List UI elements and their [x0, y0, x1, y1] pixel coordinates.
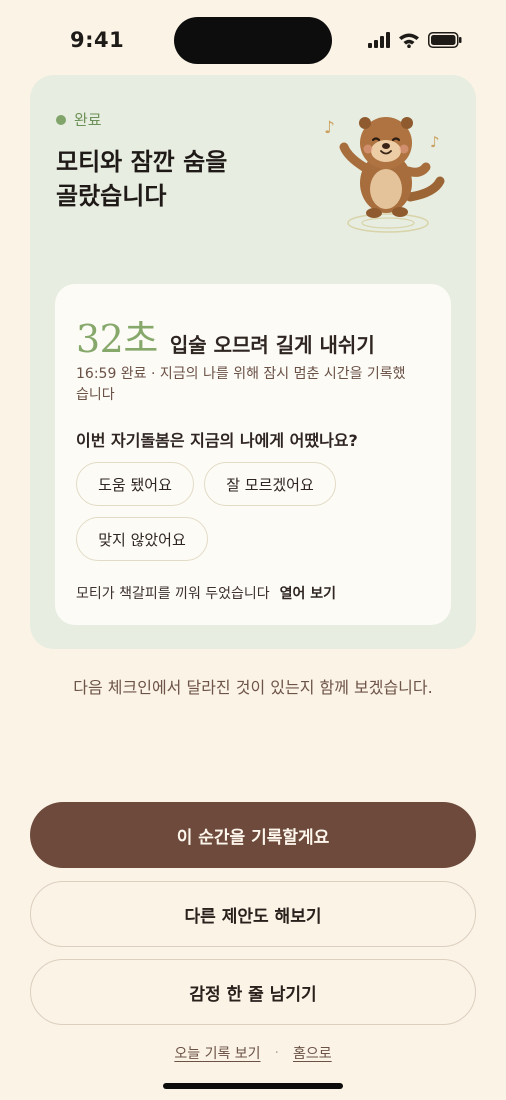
- status-time: 9:41: [70, 28, 125, 52]
- bookmark-text: 모티가 책갈피를 끼워 두었습니다: [76, 586, 270, 602]
- duration-value: 32초: [76, 317, 158, 361]
- status-dot-icon: [56, 114, 66, 125]
- choice-helped-button[interactable]: 도움 됐어요: [76, 462, 194, 506]
- exercise-name: 입술 오므려 길게 내쉬기: [169, 333, 375, 357]
- completion-card: 완료 모티와 잠깐 숨을 골랐습니다 ♪ ♪ 32초 입술 오므려 길게 내쉬기…: [30, 75, 476, 649]
- other-suggestion-button[interactable]: 다른 제안도 해보기: [30, 881, 476, 947]
- dynamic-island: [174, 17, 332, 64]
- next-checkin-note: 다음 체크인에서 달라진 것이 있는지 함께 보겠습니다.: [73, 678, 433, 697]
- signal-icon: [368, 32, 390, 48]
- record-moment-button[interactable]: 이 순간을 기록할게요: [30, 802, 476, 868]
- status-badge: 완료: [56, 109, 102, 130]
- svg-text:♪: ♪: [430, 133, 440, 151]
- completion-description: 16:59 완료 · 지금의 나를 위해 잠시 멈춘 시간을 기록했습니다: [76, 366, 406, 403]
- wifi-icon: [399, 33, 419, 48]
- duration-row: 32초 입술 오므려 길게 내쉬기: [76, 308, 375, 363]
- footer-links: 오늘 기록 보기 · 홈으로: [0, 1043, 506, 1063]
- choice-not-fit-button[interactable]: 맞지 않았어요: [76, 517, 208, 561]
- open-bookmark-link[interactable]: 열어 보기: [280, 583, 336, 603]
- bookmark-row: 모티가 책갈피를 끼워 두었습니다 열어 보기: [76, 583, 336, 603]
- status-label: 완료: [74, 111, 102, 129]
- leave-emotion-note-button[interactable]: 감정 한 줄 남기기: [30, 959, 476, 1025]
- home-indicator[interactable]: [163, 1083, 343, 1089]
- result-card: 32초 입술 오므려 길게 내쉬기 16:59 완료 · 지금의 나를 위해 잠…: [55, 284, 451, 625]
- page-title: 모티와 잠깐 숨을 골랐습니다: [56, 148, 228, 210]
- home-link[interactable]: 홈으로: [293, 1043, 332, 1063]
- status-icons: [368, 31, 462, 49]
- status-bar: 9:41: [0, 0, 506, 80]
- svg-text:♪: ♪: [324, 118, 335, 138]
- choice-not-sure-button[interactable]: 잘 모르겠어요: [204, 462, 336, 506]
- footer-separator: ·: [274, 1045, 279, 1061]
- otter-mascot-icon: ♪ ♪: [324, 117, 445, 233]
- feedback-question: 이번 자기돌봄은 지금의 나에게 어땠나요?: [76, 431, 358, 450]
- battery-icon: [428, 32, 462, 48]
- today-records-link[interactable]: 오늘 기록 보기: [174, 1043, 260, 1063]
